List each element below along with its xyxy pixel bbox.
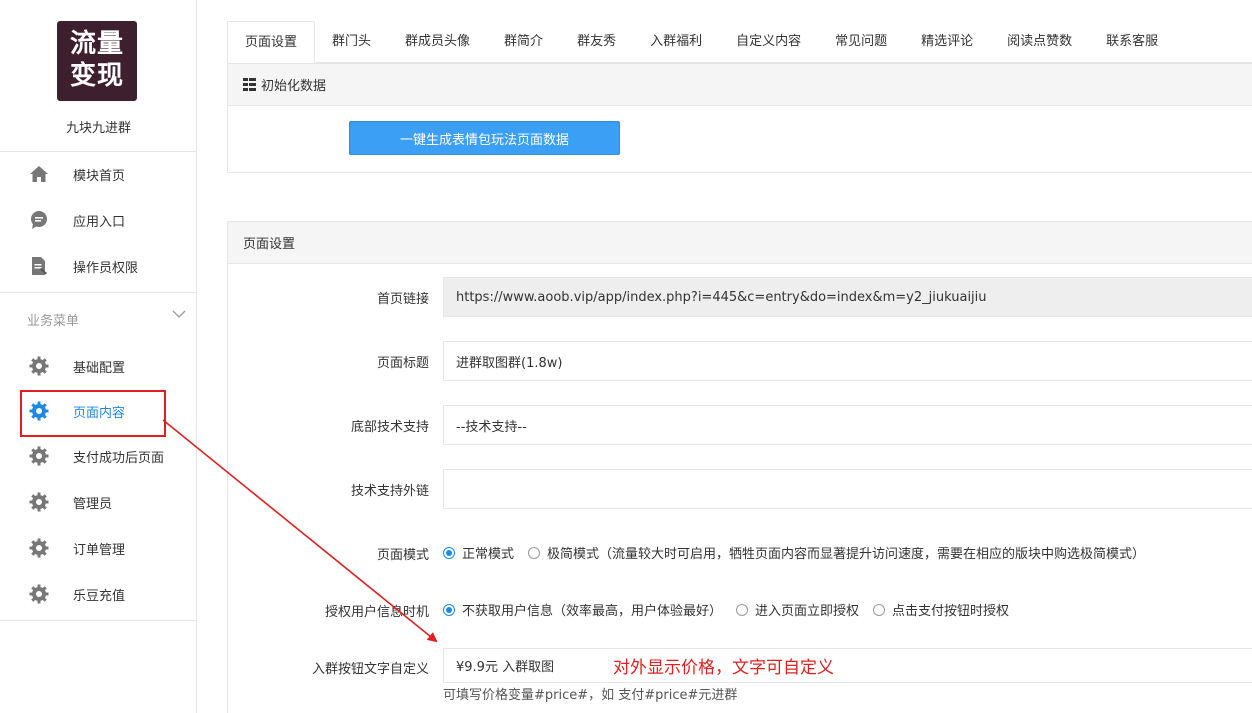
auth-on-pay-option[interactable]: 点击支付按钮时授权 <box>873 600 1009 619</box>
radio-button[interactable] <box>443 603 455 616</box>
page-title-label: 页面标题 <box>376 356 429 371</box>
radio-button[interactable] <box>873 603 886 616</box>
sidebar: 流量 变现 九块九进群 模块首页 应用入口 操作员权限 业务菜单 基础配置 页面… <box>0 0 197 713</box>
tab-friends-show[interactable]: 群友秀 <box>560 21 633 63</box>
document-edit-icon <box>28 255 50 277</box>
radio-label: 不获取用户信息（效率最高，用户体验最好） <box>462 604 723 619</box>
panel-header: 页面设置 <box>228 222 1252 264</box>
annotation-highlight-box <box>20 390 166 437</box>
home-icon <box>28 163 50 185</box>
gear-icon <box>28 583 50 605</box>
auth-on-enter-option[interactable]: 进入页面立即授权 <box>736 600 859 619</box>
page-title-input[interactable]: 进群取图群(1.8w) <box>443 341 1252 381</box>
gear-icon <box>28 445 50 467</box>
join-button-text-input[interactable]: ¥9.9元 入群取图 <box>443 648 1252 683</box>
chat-icon <box>28 209 50 231</box>
sidebar-item-label: 应用入口 <box>73 214 126 230</box>
gear-icon <box>28 355 50 377</box>
footer-support-label: 底部技术支持 <box>350 420 429 435</box>
page-mode-radio-group: 正常模式 极简模式（流量较大时可启用，牺牲页面内容而显著提升访问速度，需要在相应… <box>443 543 1159 562</box>
sidebar-item-label: 乐豆充值 <box>73 588 126 604</box>
app-logo: 流量 变现 <box>57 21 137 101</box>
sidebar-item-admins[interactable]: 管理员 <box>0 479 197 525</box>
sidebar-item-module-home[interactable]: 模块首页 <box>0 151 197 197</box>
annotation-text: 对外显示价格，文字可自定义 <box>613 658 834 678</box>
sidebar-item-label: 基础配置 <box>73 360 126 376</box>
chevron-down-icon[interactable] <box>172 308 186 323</box>
grid-list-icon <box>243 78 256 91</box>
sidebar-item-label: 模块首页 <box>73 168 126 184</box>
gear-icon <box>28 491 50 513</box>
radio-button[interactable] <box>443 546 455 559</box>
panel-title: 页面设置 <box>243 237 296 252</box>
radio-label: 极简模式（流量较大时可启用，牺牲页面内容而显著提升访问速度，需要在相应的版块中购… <box>547 547 1146 562</box>
tab-faq[interactable]: 常见问题 <box>818 21 904 63</box>
brand-name: 九块九进群 <box>65 121 131 136</box>
sidebar-item-pay-success-page[interactable]: 支付成功后页面 <box>0 433 197 479</box>
sidebar-item-operator-permissions[interactable]: 操作员权限 <box>0 243 197 289</box>
sidebar-item-label: 操作员权限 <box>73 260 139 276</box>
support-link-input[interactable] <box>443 469 1252 509</box>
sidebar-item-label: 订单管理 <box>73 542 126 558</box>
init-data-panel: 初始化数据 一键生成表情包玩法页面数据 <box>227 63 1252 173</box>
radio-label: 正常模式 <box>462 547 515 562</box>
tab-featured-comments[interactable]: 精选评论 <box>904 21 990 63</box>
radio-label: 进入页面立即授权 <box>755 604 860 619</box>
auth-none-option[interactable]: 不获取用户信息（效率最高，用户体验最好） <box>443 600 722 619</box>
radio-button[interactable] <box>528 546 541 559</box>
tab-group-intro[interactable]: 群简介 <box>487 21 560 63</box>
home-link-field[interactable]: https://www.aoob.vip/app/index.php?i=445… <box>443 277 1252 317</box>
menu-group-title: 业务菜单 <box>27 314 80 329</box>
tab-read-like-counts[interactable]: 阅读点赞数 <box>990 21 1089 63</box>
support-link-label: 技术支持外链 <box>350 484 429 499</box>
sidebar-item-label: 支付成功后页面 <box>73 450 165 466</box>
panel-title: 初始化数据 <box>261 79 327 94</box>
sidebar-item-app-entry[interactable]: 应用入口 <box>0 197 197 243</box>
panel-header: 初始化数据 <box>228 64 1252 106</box>
price-variable-hint: 可填写价格变量#price#，如 支付#price#元进群 <box>443 688 738 703</box>
tab-bar: 页面设置 群门头 群成员头像 群简介 群友秀 入群福利 自定义内容 常见问题 精… <box>227 21 1252 64</box>
divider <box>0 292 197 293</box>
generate-page-data-button[interactable]: 一键生成表情包玩法页面数据 <box>349 121 620 155</box>
footer-support-input[interactable]: --技术支持-- <box>443 405 1252 445</box>
tab-custom-content[interactable]: 自定义内容 <box>719 21 818 63</box>
tab-group-header[interactable]: 群门头 <box>315 21 388 63</box>
auth-timing-label: 授权用户信息时机 <box>324 605 429 620</box>
tab-member-avatars[interactable]: 群成员头像 <box>388 21 487 63</box>
join-button-text-label: 入群按钮文字自定义 <box>311 662 429 677</box>
tab-contact-support[interactable]: 联系客服 <box>1089 21 1175 63</box>
radio-label: 点击支付按钮时授权 <box>892 604 1010 619</box>
sidebar-item-basic-config[interactable]: 基础配置 <box>0 343 197 389</box>
tab-page-settings[interactable]: 页面设置 <box>227 21 316 64</box>
page-mode-minimal-option[interactable]: 极简模式（流量较大时可启用，牺牲页面内容而显著提升访问速度，需要在相应的版块中购… <box>528 543 1145 562</box>
page-mode-label: 页面模式 <box>376 548 429 563</box>
divider <box>0 620 197 621</box>
sidebar-item-orders[interactable]: 订单管理 <box>0 525 197 571</box>
auth-timing-radio-group: 不获取用户信息（效率最高，用户体验最好） 进入页面立即授权 点击支付按钮时授权 <box>443 600 1023 619</box>
radio-button[interactable] <box>736 603 749 616</box>
page-mode-normal-option[interactable]: 正常模式 <box>443 543 514 562</box>
sidebar-item-label: 管理员 <box>73 496 113 512</box>
sidebar-item-ledou-recharge[interactable]: 乐豆充值 <box>0 571 197 617</box>
home-link-label: 首页链接 <box>376 292 429 307</box>
gear-icon <box>28 537 50 559</box>
tab-join-benefits[interactable]: 入群福利 <box>633 21 719 63</box>
